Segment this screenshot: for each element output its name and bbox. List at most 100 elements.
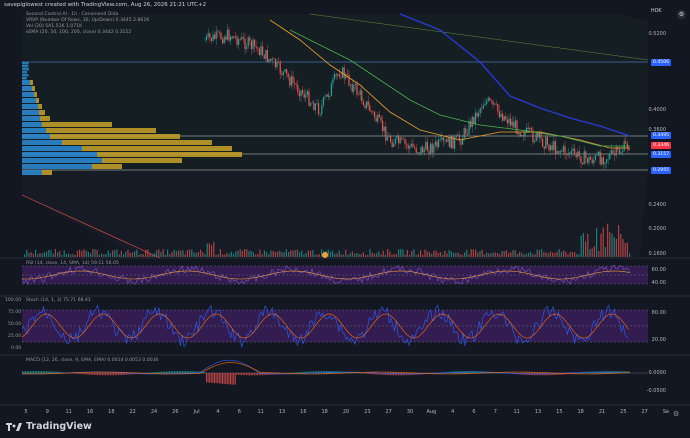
macd-histogram-bar: [112, 373, 113, 375]
volume-bar: [119, 254, 120, 257]
candle-body: [224, 37, 225, 43]
volume-bar: [629, 253, 630, 257]
volume-bar: [182, 250, 183, 257]
volume-bar: [446, 253, 447, 257]
price-tag: 0.4506: [651, 59, 671, 66]
volume-bar: [462, 255, 463, 257]
candle-body: [587, 158, 588, 163]
macd-histogram-bar: [75, 373, 76, 374]
time-tick-label: 27: [385, 409, 391, 415]
volume-bar: [418, 254, 419, 257]
macd-histogram-bar: [227, 373, 228, 384]
volume-profile-bar: [22, 92, 34, 97]
candle-body: [262, 46, 263, 55]
volume-bar: [407, 250, 408, 257]
volume-bar: [198, 252, 199, 257]
candle-body: [342, 67, 343, 77]
volume-bar: [251, 251, 252, 257]
volume-bar: [156, 250, 157, 257]
volume-bar: [279, 251, 280, 257]
macd-histogram-bar: [33, 371, 34, 373]
ma-legend[interactable]: sEMA (20, 50, 100, 200, close) 0.3442 0.…: [26, 30, 131, 35]
volume-bar: [398, 249, 399, 257]
volume-bar: [292, 250, 293, 257]
candle-body: [387, 137, 388, 141]
volume-bar: [92, 249, 93, 257]
rsi-legend[interactable]: RSI (14, close, 14, SMA, 14) 59.11 56.05: [26, 261, 119, 266]
volume-bar: [297, 250, 298, 257]
candle-body: [339, 74, 340, 76]
candle-body: [368, 101, 369, 105]
macd-histogram-bar: [369, 373, 370, 374]
stoch-legend[interactable]: Stoch (14, 1, 3) 75.71 68.41: [26, 298, 91, 303]
candle-body: [244, 38, 245, 49]
volume-bar: [169, 254, 170, 257]
price-chart[interactable]: [0, 0, 690, 418]
volume-bar: [215, 255, 216, 257]
volume-bar: [343, 255, 344, 257]
volume-bar: [141, 254, 142, 257]
brand-name: TradingView: [26, 421, 92, 432]
tradingview-brand[interactable]: TradingView: [6, 421, 92, 432]
volume-bar: [152, 255, 153, 257]
volume-bar: [295, 250, 296, 257]
volume-bar: [213, 242, 214, 257]
macd-histogram-bar: [225, 373, 226, 384]
macd-histogram-bar: [116, 373, 117, 375]
candle-body: [219, 32, 220, 33]
volume-bar: [484, 255, 485, 257]
settings-button[interactable]: ⚙: [677, 10, 686, 19]
volume-bar: [26, 250, 27, 257]
volume-bar: [310, 251, 311, 257]
vrvp-legend[interactable]: VRVP (Number Of Rows, 30, Up/Down) 0.344…: [26, 18, 149, 23]
macd-histogram-bar: [236, 373, 237, 375]
macd-histogram-bar: [107, 373, 108, 375]
candle-body: [552, 145, 553, 149]
volume-bar: [515, 250, 516, 257]
volume-bar: [444, 251, 445, 257]
volume-bar: [288, 252, 289, 257]
macd-histogram-bar: [220, 373, 221, 384]
volume-bar: [57, 252, 58, 257]
time-tick-label: 9: [46, 409, 49, 415]
volume-bar: [35, 250, 36, 257]
macd-legend[interactable]: MACD (12, 26, close, 9, EMA, EMA) 0.0014…: [26, 358, 158, 363]
volume-profile-bar: [22, 65, 28, 68]
candle-body: [553, 141, 554, 150]
gear-icon[interactable]: ⚙: [673, 410, 679, 418]
macd-histogram-bar: [24, 371, 25, 373]
volume-bar: [495, 253, 496, 257]
volume-bar: [519, 252, 520, 257]
candle-body: [401, 138, 402, 139]
volume-bar: [339, 251, 340, 257]
macd-histogram-bar: [243, 373, 244, 375]
candle-body: [460, 141, 461, 145]
volume-bar: [158, 249, 159, 257]
candle-body: [548, 145, 549, 151]
volume-bar: [572, 252, 573, 257]
candle-body: [563, 146, 564, 151]
macd-histogram-bar: [374, 373, 375, 374]
volume-profile-bar: [22, 140, 62, 145]
candle-body: [313, 103, 314, 111]
volume-bar: [372, 253, 373, 257]
volume-bar: [561, 252, 562, 257]
volume-bar: [378, 251, 379, 257]
candle-body: [372, 112, 373, 113]
volume-bar: [191, 249, 192, 257]
volume-bar: [402, 250, 403, 257]
candle-body: [529, 128, 530, 129]
volume-bar: [501, 251, 502, 257]
volume-legend[interactable]: Vol (20) 5A1.51K 1.071K: [26, 24, 82, 29]
candle-body: [235, 36, 236, 37]
volume-bar: [114, 250, 115, 257]
candle-body: [566, 155, 567, 156]
macd-histogram-bar: [222, 373, 223, 384]
volume-bar: [389, 252, 390, 257]
main-legend[interactable]: Second Control AI · 1h · Cenomand Dida: [26, 12, 118, 17]
candle-body: [448, 138, 449, 142]
rsi-label: 60.00: [652, 267, 666, 273]
time-tick-label: 21: [599, 409, 605, 415]
candle-body: [225, 37, 226, 40]
time-tick-label: 6: [472, 409, 475, 415]
